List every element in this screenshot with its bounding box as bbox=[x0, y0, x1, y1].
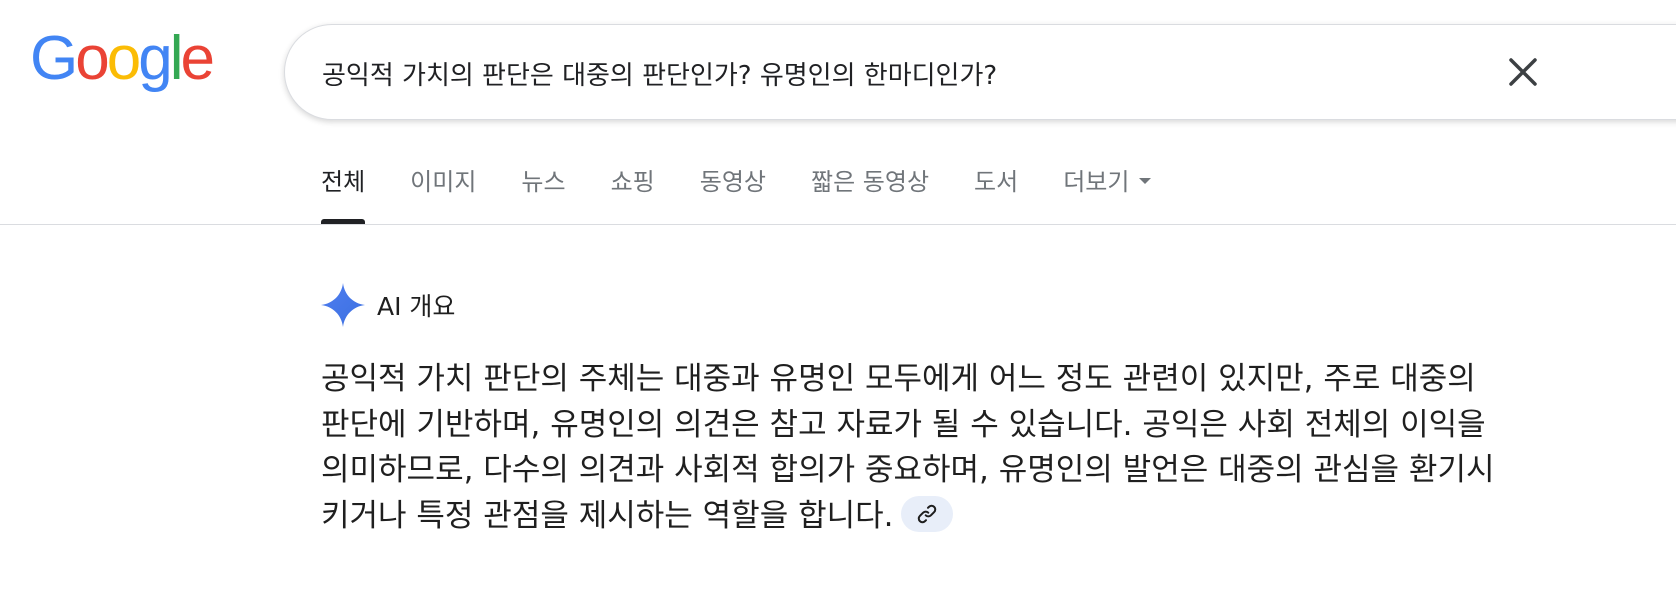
tab-label: 쇼핑 bbox=[610, 168, 655, 196]
caret-down-icon bbox=[1139, 178, 1152, 184]
tab-label: 도서 bbox=[974, 168, 1019, 196]
tab-label: 동영상 bbox=[699, 168, 767, 196]
tab-more[interactable]: 더보기 bbox=[1063, 162, 1152, 224]
logo-letter: o bbox=[106, 24, 142, 93]
gemini-sparkle-icon bbox=[321, 283, 365, 327]
tab-short-videos[interactable]: 짧은 동영상 bbox=[811, 162, 929, 224]
link-icon bbox=[918, 504, 937, 524]
ai-overview-body: 공익적 가치 판단의 주체는 대중과 유명인 모두에게 어느 정도 관련이 있지… bbox=[321, 357, 1511, 539]
logo-letter: o bbox=[75, 24, 110, 93]
logo-letter: G bbox=[30, 24, 78, 93]
logo-letter: e bbox=[180, 24, 215, 93]
tab-label: 짧은 동영상 bbox=[811, 168, 930, 196]
google-logo[interactable]: Google bbox=[30, 24, 215, 93]
source-link-button[interactable] bbox=[901, 496, 954, 532]
logo-letter: g bbox=[138, 24, 173, 93]
logo-letter: l bbox=[169, 24, 184, 93]
tab-label: 더보기 bbox=[1063, 168, 1130, 196]
tab-label: 전체 bbox=[321, 168, 366, 196]
search-tabs: 전체 이미지 뉴스 쇼핑 동영상 짧은 동영상 도서 더보기 bbox=[321, 162, 1196, 224]
ai-overview-header: AI 개요 bbox=[321, 283, 455, 327]
close-icon bbox=[1509, 58, 1537, 86]
tab-news[interactable]: 뉴스 bbox=[521, 162, 565, 224]
ai-overview-title: AI 개요 bbox=[377, 292, 456, 321]
clear-search-button[interactable] bbox=[1503, 52, 1543, 92]
tab-images[interactable]: 이미지 bbox=[410, 162, 476, 224]
tabs-divider bbox=[0, 224, 1676, 225]
tab-videos[interactable]: 동영상 bbox=[700, 162, 766, 224]
tab-shopping[interactable]: 쇼핑 bbox=[611, 162, 655, 224]
tab-books[interactable]: 도서 bbox=[974, 162, 1018, 224]
search-box[interactable] bbox=[284, 24, 1676, 120]
tab-label: 뉴스 bbox=[521, 168, 566, 196]
tab-label: 이미지 bbox=[410, 168, 477, 196]
tab-all[interactable]: 전체 bbox=[321, 162, 366, 224]
search-input[interactable] bbox=[322, 55, 1422, 91]
